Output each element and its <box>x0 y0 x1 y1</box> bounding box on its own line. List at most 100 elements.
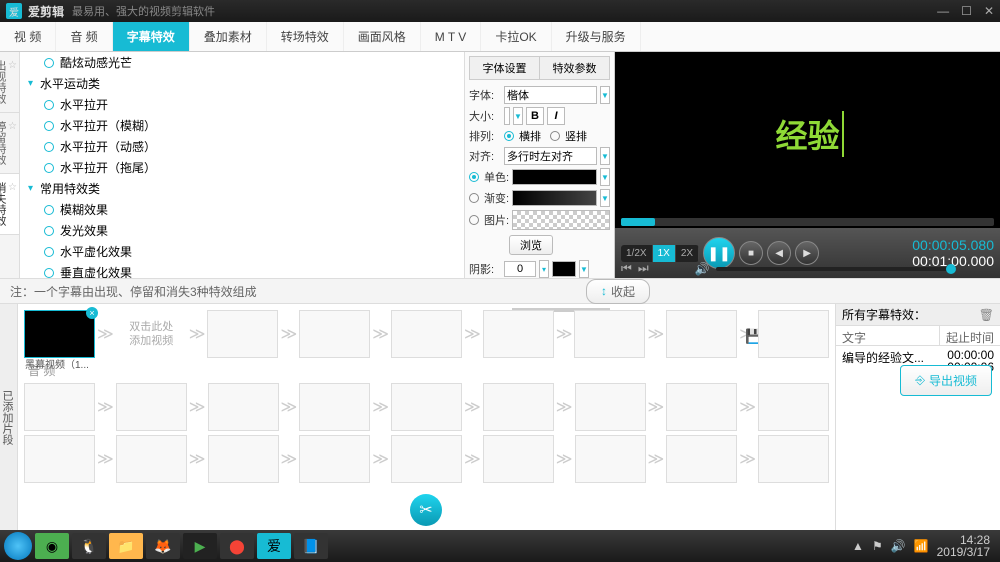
export-video-button[interactable]: ⎆ 导出视频 <box>900 365 992 396</box>
minimize-icon[interactable]: — <box>937 4 949 18</box>
transition-icon[interactable]: ≫ <box>189 449 206 469</box>
solid-radio[interactable] <box>469 172 479 182</box>
empty-clip[interactable] <box>483 310 554 358</box>
delete-icon[interactable]: 🗑 <box>979 308 994 322</box>
transition-icon[interactable]: ≫ <box>97 397 114 417</box>
size-input[interactable] <box>504 107 510 125</box>
transition-icon[interactable]: ≫ <box>372 449 389 469</box>
tray-flag-icon[interactable]: ⚑ <box>872 539 883 553</box>
empty-clip[interactable] <box>299 435 370 483</box>
empty-clip[interactable] <box>666 435 737 483</box>
transition-icon[interactable]: ≫ <box>281 449 298 469</box>
fx-item-1[interactable]: ▾水平运动类 <box>20 73 464 94</box>
taskbar-explorer[interactable]: 📁 <box>109 533 143 559</box>
fx-item-7[interactable]: 模糊效果 <box>20 199 464 220</box>
tab-font-settings[interactable]: 字体设置 <box>470 57 540 79</box>
grad-dropdown-icon[interactable]: ▼ <box>600 189 610 207</box>
fx-item-9[interactable]: 水平虚化效果 <box>20 241 464 262</box>
tab-7[interactable]: 卡拉OK <box>481 22 551 51</box>
transition-icon[interactable]: ≫ <box>281 397 298 417</box>
arrange-h-radio[interactable] <box>504 131 514 141</box>
taskbar-app-3[interactable]: ▶ <box>183 533 217 559</box>
transition-icon[interactable]: ≫ <box>648 449 665 469</box>
preview-progress[interactable] <box>621 218 994 226</box>
font-dropdown-icon[interactable]: ▼ <box>600 86 610 104</box>
transition-icon[interactable]: ≫ <box>189 397 206 417</box>
font-select[interactable] <box>504 86 597 104</box>
shadow-color[interactable] <box>552 261 576 277</box>
start-button[interactable] <box>4 532 32 560</box>
tray-up-icon[interactable]: ▲ <box>852 539 864 553</box>
fx-item-5[interactable]: 水平拉开（拖尾） <box>20 157 464 178</box>
empty-clip[interactable] <box>575 383 646 431</box>
taskbar-app-1[interactable]: ◉ <box>35 533 69 559</box>
solid-dropdown-icon[interactable]: ▼ <box>600 168 610 186</box>
sidetab-0[interactable]: ☆出现特效 <box>0 52 19 113</box>
transition-icon[interactable]: ≫ <box>739 397 756 417</box>
tray-volume-icon[interactable]: 🔊 <box>891 539 906 553</box>
align-dropdown-icon[interactable]: ▼ <box>600 147 610 165</box>
empty-clip[interactable] <box>299 310 370 358</box>
transition-icon[interactable]: ≫ <box>97 324 114 344</box>
bold-button[interactable]: B <box>526 107 544 125</box>
taskbar-app-2[interactable]: 🐧 <box>72 533 106 559</box>
close-icon[interactable]: ✕ <box>984 4 994 18</box>
maximize-icon[interactable]: ☐ <box>961 4 972 18</box>
transition-icon[interactable]: ≫ <box>556 324 573 344</box>
transition-icon[interactable]: ≫ <box>464 397 481 417</box>
empty-clip[interactable] <box>391 310 462 358</box>
collapse-button[interactable]: ↕ 收起 <box>586 279 650 304</box>
video-clip[interactable]: ×黑幕视频（1... <box>24 310 95 358</box>
gradient-swatch[interactable] <box>512 190 597 206</box>
speed-half[interactable]: 1/2X <box>621 245 653 262</box>
taskbar-record[interactable]: ⬤ <box>220 533 254 559</box>
empty-clip[interactable] <box>299 383 370 431</box>
empty-clip[interactable] <box>666 383 737 431</box>
transition-icon[interactable]: ≫ <box>372 397 389 417</box>
empty-clip[interactable] <box>207 310 278 358</box>
fx-item-6[interactable]: ▾常用特效类 <box>20 178 464 199</box>
shadow-input[interactable] <box>504 261 536 277</box>
tray-clock[interactable]: 14:282019/3/17 <box>937 534 990 558</box>
align-select[interactable] <box>504 147 597 165</box>
cut-button[interactable]: ✂ <box>410 494 442 526</box>
tab-0[interactable]: 视 频 <box>0 22 56 51</box>
sidetab-1[interactable]: ☆停留特效 <box>0 113 19 174</box>
transition-icon[interactable]: ≫ <box>556 449 573 469</box>
effects-list[interactable]: 酷炫动感光芒▾水平运动类水平拉开水平拉开（模糊）水平拉开（动感）水平拉开（拖尾）… <box>20 52 465 278</box>
empty-clip[interactable] <box>116 383 187 431</box>
transition-icon[interactable]: ≫ <box>372 324 389 344</box>
taskbar-firefox[interactable]: 🦊 <box>146 533 180 559</box>
tab-1[interactable]: 音 频 <box>56 22 112 51</box>
empty-clip[interactable] <box>758 310 829 358</box>
empty-clip[interactable] <box>758 383 829 431</box>
size-dropdown-icon[interactable]: ▼ <box>513 107 523 125</box>
empty-clip[interactable] <box>24 383 95 431</box>
tray-network-icon[interactable]: 📶 <box>914 539 929 553</box>
tab-6[interactable]: M T V <box>421 22 482 51</box>
empty-clip[interactable] <box>208 383 279 431</box>
italic-button[interactable]: I <box>547 107 565 125</box>
sidetab-2[interactable]: ☆消失特效 <box>0 174 19 235</box>
taskbar-app-4[interactable]: 📘 <box>294 533 328 559</box>
fx-item-3[interactable]: 水平拉开（模糊） <box>20 115 464 136</box>
empty-clip[interactable] <box>391 383 462 431</box>
empty-clip[interactable] <box>575 435 646 483</box>
tab-5[interactable]: 画面风格 <box>344 22 421 51</box>
empty-clip[interactable] <box>666 310 737 358</box>
speed-2x[interactable]: 2X <box>676 245 699 262</box>
prev-clip-icon[interactable]: ⏮ <box>621 261 632 276</box>
tab-2[interactable]: 字幕特效 <box>113 22 190 51</box>
fx-item-4[interactable]: 水平拉开（动感） <box>20 136 464 157</box>
empty-clip[interactable] <box>483 435 554 483</box>
volume-icon[interactable]: 🔊 <box>695 262 710 276</box>
remove-clip-icon[interactable]: × <box>86 307 98 319</box>
tab-effect-params[interactable]: 特效参数 <box>540 57 609 79</box>
taskbar-current-app[interactable]: 爱 <box>257 533 291 559</box>
tab-3[interactable]: 叠加素材 <box>190 22 267 51</box>
volume-slider[interactable] <box>716 267 956 271</box>
empty-clip[interactable] <box>24 435 95 483</box>
empty-clip[interactable] <box>116 435 187 483</box>
fx-item-0[interactable]: 酷炫动感光芒 <box>20 52 464 73</box>
transition-icon[interactable]: ≫ <box>464 449 481 469</box>
